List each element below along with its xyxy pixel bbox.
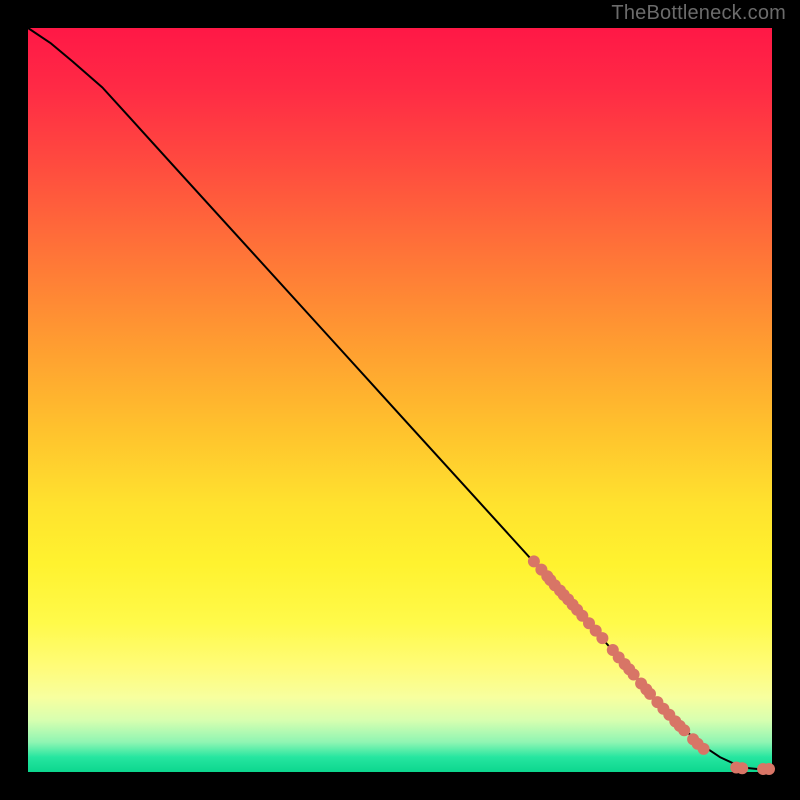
data-point <box>736 762 748 774</box>
data-point <box>763 763 775 775</box>
data-point <box>678 724 690 736</box>
data-point <box>698 743 710 755</box>
data-points-group <box>528 555 775 775</box>
data-point <box>596 632 608 644</box>
chart-frame: TheBottleneck.com <box>0 0 800 800</box>
watermark-label: TheBottleneck.com <box>611 2 786 25</box>
chart-svg <box>28 28 772 772</box>
plot-area <box>28 28 772 772</box>
bottleneck-curve <box>28 28 772 769</box>
